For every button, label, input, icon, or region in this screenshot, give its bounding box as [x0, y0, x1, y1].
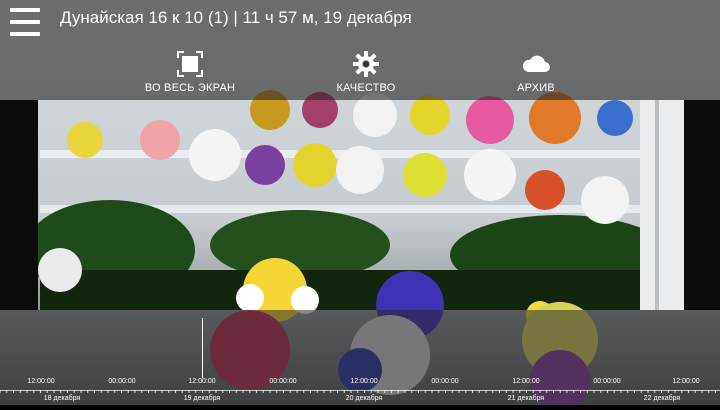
time-tick-label: 00:00:00: [431, 378, 459, 385]
fullscreen-label: ВО ВЕСЬ ЭКРАН: [144, 82, 236, 94]
day-label: 19 декабря: [183, 395, 221, 402]
gear-icon: [353, 51, 379, 77]
time-tick-label: 00:00:00: [108, 378, 136, 385]
hamburger-icon: [10, 8, 40, 12]
quality-label: КАЧЕСТВО: [336, 82, 396, 94]
time-tick-label: 12:00:00: [672, 378, 700, 385]
archive-button[interactable]: АРХИВ: [476, 50, 596, 94]
camera-title: Дунайская 16 к 10 (1) | 11 ч 57 м, 19 де…: [60, 8, 412, 27]
day-label: 22 декабря: [643, 395, 681, 402]
hamburger-icon-line: [10, 32, 40, 36]
hamburger-icon-line: [10, 20, 40, 24]
video-letterbox-left: [0, 100, 38, 310]
cloud-icon: [522, 55, 550, 72]
fullscreen-button[interactable]: ВО ВЕСЬ ЭКРАН: [130, 50, 250, 94]
timeline-minor-ticks: [0, 390, 716, 393]
time-tick-label: 12:00:00: [512, 378, 540, 385]
day-label: 18 декабря: [43, 395, 81, 402]
hamburger-menu-button[interactable]: [10, 8, 40, 36]
day-label: 20 декабря: [345, 395, 383, 402]
time-tick-label: 12:00:00: [350, 378, 378, 385]
day-label: 21 декабря: [507, 395, 545, 402]
time-tick-label: 00:00:00: [593, 378, 621, 385]
timeline[interactable]: 12:00:00 00:00:00 12:00:00 00:00:00 12:0…: [0, 370, 720, 405]
video-letterbox-right: [684, 100, 720, 310]
quality-button[interactable]: КАЧЕСТВО: [306, 50, 426, 94]
time-tick-label: 00:00:00: [269, 378, 297, 385]
time-tick-label: 12:00:00: [27, 378, 55, 385]
archive-label: АРХИВ: [517, 82, 555, 94]
fullscreen-icon: [177, 51, 203, 77]
timeline-playhead[interactable]: [202, 318, 203, 378]
time-tick-label: 12:00:00: [188, 378, 216, 385]
